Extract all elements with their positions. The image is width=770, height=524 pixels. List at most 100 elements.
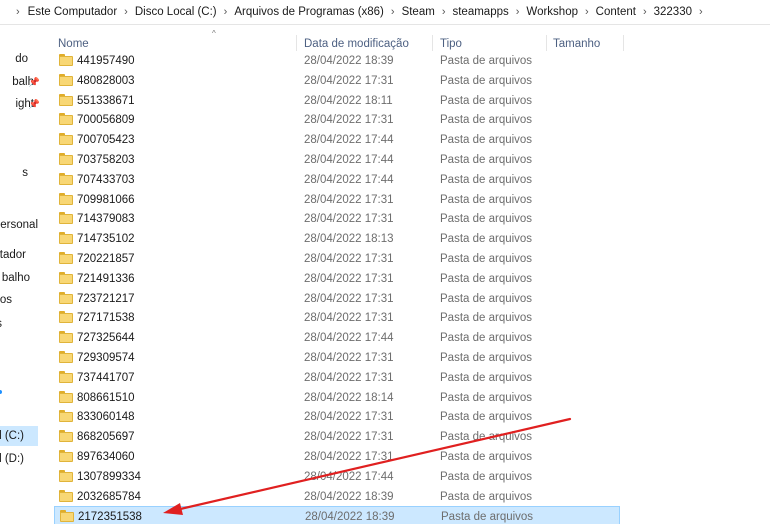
file-row[interactable]: 703758203 28/04/2022 17:44 Pasta de arquiv… <box>54 150 620 170</box>
chevron-right-icon[interactable]: › <box>509 6 527 18</box>
nav-item-label: tador <box>0 249 26 261</box>
file-row[interactable]: 868205697 28/04/2022 17:31 Pasta de arquiv… <box>54 427 620 447</box>
address-breadcrumb[interactable]: › Este Computador › Disco Local (C:) › A… <box>0 0 770 25</box>
file-name: 868205697 <box>77 431 135 444</box>
file-name: 707433703 <box>77 173 135 186</box>
chevron-right-icon[interactable]: › <box>217 6 235 18</box>
file-row[interactable]: 709981066 28/04/2022 17:31 Pasta de arquiv… <box>54 190 620 210</box>
file-date-modified: 28/04/2022 17:31 <box>304 312 394 325</box>
file-row[interactable]: 2032685784 28/04/2022 18:39 Pasta de arqui… <box>54 487 620 507</box>
file-row[interactable]: 897634060 28/04/2022 17:31 Pasta de arquiv… <box>54 447 620 467</box>
nav-item-quick-access-4[interactable]: s <box>0 163 40 183</box>
chevron-right-icon[interactable]: › <box>384 6 402 18</box>
nav-item-disco-local-d[interactable]: l (D:) <box>0 449 40 469</box>
file-row[interactable]: 551338671 28/04/2022 18:11 Pasta de arquiv… <box>54 91 620 111</box>
folder-icon <box>59 489 73 502</box>
file-row[interactable]: 700705423 28/04/2022 17:44 Pasta de arquiv… <box>54 130 620 150</box>
nav-item-label: balho <box>1 272 30 284</box>
file-list[interactable]: 441957490 28/04/2022 18:39 Pasta de arquiv… <box>54 51 620 524</box>
file-type: Pasta de arquivos <box>440 292 533 305</box>
folder-icon <box>59 390 73 403</box>
nav-item-label: l (C:) <box>0 430 24 442</box>
file-row[interactable]: 700056809 28/04/2022 17:31 Pasta de arquiv… <box>54 110 620 130</box>
file-type: Pasta de arquivos <box>440 55 533 67</box>
breadcrumb-item-steamapps[interactable]: steamapps <box>452 6 508 18</box>
navigation-pane[interactable]: do balh 📌 ight 📌 s Personal tador balho … <box>0 25 40 524</box>
file-date-modified: 28/04/2022 17:31 <box>304 114 394 127</box>
file-row[interactable]: 714379083 28/04/2022 17:31 Pasta de arquiv… <box>54 209 620 229</box>
file-row[interactable]: 737441707 28/04/2022 17:31 Pasta de arquiv… <box>54 368 620 388</box>
nav-item-label: s <box>0 314 2 334</box>
nav-item-quick-access-1[interactable]: do <box>0 49 40 69</box>
file-date-modified: 28/04/2022 17:44 <box>304 134 394 147</box>
file-row[interactable]: 441957490 28/04/2022 18:39 Pasta de arquiv… <box>54 51 620 71</box>
file-row[interactable]: 480828003 28/04/2022 17:31 Pasta de arquiv… <box>54 71 620 91</box>
nav-item-documentos[interactable]: os <box>0 290 40 310</box>
chevron-right-icon[interactable]: › <box>692 6 710 18</box>
file-row[interactable]: 2172351538 28/04/2022 18:39 Pasta de arqui… <box>54 506 620 524</box>
breadcrumb-item-este-computador[interactable]: Este Computador <box>28 6 118 18</box>
file-name: 727171538 <box>77 312 135 325</box>
column-divider[interactable] <box>546 35 547 51</box>
column-header-tamanho[interactable]: Tamanho <box>553 38 600 50</box>
folder-icon <box>59 430 73 443</box>
folder-icon <box>59 212 73 225</box>
file-date-modified: 28/04/2022 17:44 <box>304 470 394 483</box>
breadcrumb-item-disco-local[interactable]: Disco Local (C:) <box>135 6 217 18</box>
column-headers: ^ Nome Data de modificação Tipo Tamanho <box>40 25 770 51</box>
file-name: 703758203 <box>77 153 135 166</box>
nav-item-quick-access-2[interactable]: balh 📌 <box>0 72 40 92</box>
file-row[interactable]: 714735102 28/04/2022 18:13 Pasta de arquiv… <box>54 229 620 249</box>
file-row[interactable]: 721491336 28/04/2022 17:31 Pasta de arquiv… <box>54 269 620 289</box>
nav-item-area-de-trabalho[interactable]: balho <box>0 268 40 288</box>
file-row[interactable]: 833060148 28/04/2022 17:31 Pasta de arquiv… <box>54 407 620 427</box>
file-name: 441957490 <box>77 55 135 67</box>
file-type: Pasta de arquivos <box>440 114 533 127</box>
file-name: 709981066 <box>77 193 135 206</box>
breadcrumb-item-steam[interactable]: Steam <box>402 6 435 18</box>
nav-item-este-computador[interactable]: tador <box>0 245 40 265</box>
file-date-modified: 28/04/2022 17:31 <box>304 252 394 265</box>
file-name: 723721217 <box>77 292 135 305</box>
file-date-modified: 28/04/2022 18:14 <box>304 391 394 404</box>
file-type: Pasta de arquivos <box>440 431 533 444</box>
file-date-modified: 28/04/2022 17:44 <box>304 332 394 345</box>
breadcrumb-item-arquivos-de-programas[interactable]: Arquivos de Programas (x86) <box>234 6 384 18</box>
folder-icon <box>59 469 73 482</box>
column-divider[interactable] <box>296 35 297 51</box>
column-header-tipo[interactable]: Tipo <box>440 38 462 50</box>
file-type: Pasta de arquivos <box>440 252 533 265</box>
file-row[interactable]: 1307899334 28/04/2022 17:44 Pasta de arqui… <box>54 467 620 487</box>
file-row[interactable]: 727171538 28/04/2022 17:31 Pasta de arquiv… <box>54 308 620 328</box>
chevron-right-icon[interactable]: › <box>6 6 28 18</box>
chevron-right-icon[interactable]: › <box>636 6 654 18</box>
folder-icon <box>59 113 73 126</box>
nav-item-disco-local-c[interactable]: l (C:) <box>0 426 38 446</box>
file-row[interactable]: 729309574 28/04/2022 17:31 Pasta de arquiv… <box>54 348 620 368</box>
file-date-modified: 28/04/2022 17:31 <box>304 193 394 206</box>
breadcrumb-item-322330[interactable]: 322330 <box>654 6 692 18</box>
breadcrumb-item-content[interactable]: Content <box>596 6 636 18</box>
chevron-right-icon[interactable]: › <box>435 6 453 18</box>
file-type: Pasta de arquivos <box>440 272 533 285</box>
column-header-nome[interactable]: Nome <box>58 38 89 50</box>
chevron-right-icon[interactable]: › <box>578 6 596 18</box>
chevron-right-icon[interactable]: › <box>117 6 135 18</box>
file-row[interactable]: 727325644 28/04/2022 17:44 Pasta de arquiv… <box>54 328 620 348</box>
folder-icon <box>59 54 73 66</box>
file-row[interactable]: 720221857 28/04/2022 17:31 Pasta de arquiv… <box>54 249 620 269</box>
column-header-data-modificacao[interactable]: Data de modificação <box>304 38 409 50</box>
column-divider[interactable] <box>432 35 433 51</box>
column-divider[interactable] <box>623 35 624 51</box>
nav-item-onedrive[interactable]: Personal <box>0 215 40 235</box>
file-type: Pasta de arquivos <box>440 173 533 186</box>
folder-icon <box>59 311 73 324</box>
breadcrumb-item-workshop[interactable]: Workshop <box>526 6 578 18</box>
file-row[interactable]: 707433703 28/04/2022 17:44 Pasta de arquiv… <box>54 170 620 190</box>
file-type: Pasta de arquivos <box>440 74 533 87</box>
file-row[interactable]: 723721217 28/04/2022 17:31 Pasta de arquiv… <box>54 289 620 309</box>
nav-item-quick-access-3[interactable]: ight 📌 <box>0 94 40 114</box>
nav-item-downloads[interactable]: s <box>0 314 40 334</box>
file-name: 2032685784 <box>77 490 141 503</box>
file-row[interactable]: 808661510 28/04/2022 18:14 Pasta de arquiv… <box>54 388 620 408</box>
